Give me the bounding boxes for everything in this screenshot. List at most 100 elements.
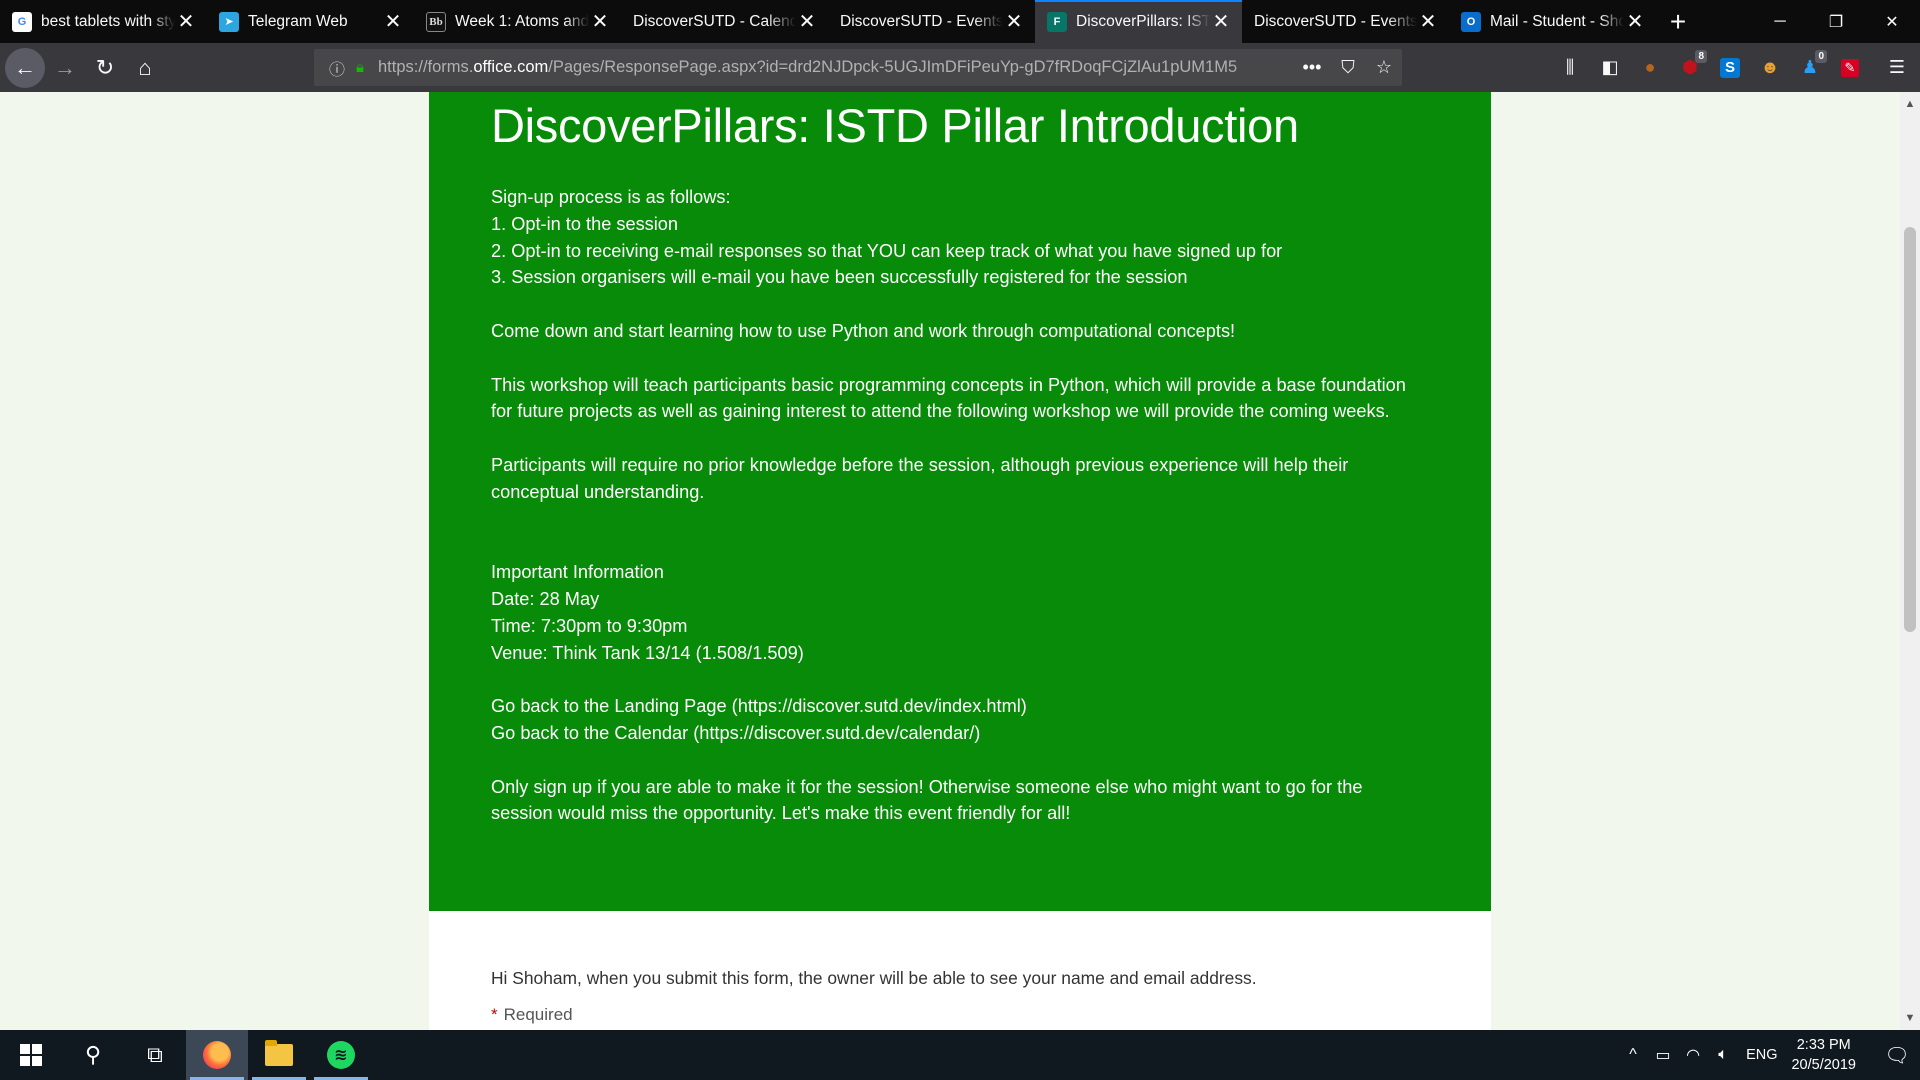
desc-signup-steps: Sign-up process is as follows: 1. Opt-in…	[491, 187, 1283, 288]
close-tab-icon[interactable]: ✕	[589, 11, 611, 33]
clock[interactable]: 2:33 PM 20/5/2019	[1791, 1035, 1856, 1075]
close-tab-icon[interactable]: ✕	[796, 11, 818, 33]
back-button[interactable]: ←	[5, 47, 45, 88]
close-window-icon[interactable]: ✕	[1864, 0, 1920, 43]
desc-important-info: Important Information Date: 28 May Time:…	[491, 562, 804, 663]
desc-spacer: ​	[491, 345, 1429, 372]
scrollbar-thumb[interactable]	[1904, 227, 1916, 632]
required-star: *	[491, 1005, 498, 1024]
scroll-down-icon[interactable]: ▼	[1900, 1008, 1920, 1028]
show-hidden-icons-icon[interactable]: ^	[1618, 1046, 1648, 1064]
firefox-icon	[203, 1041, 231, 1069]
url-bar[interactable]: ⓘ 🔒︎ https://forms.office.com/Pages/Resp…	[314, 49, 1402, 86]
forward-button[interactable]: →	[45, 48, 85, 88]
form-title: DiscoverPillars: ISTD Pillar Introductio…	[491, 99, 1299, 152]
page-viewport: DiscoverPillars: ISTD Pillar Introductio…	[0, 92, 1900, 1030]
task-view-icon[interactable]: ⧉	[124, 1030, 186, 1080]
system-tray: ^ ▭ ◠ 🔈︎ ENG 2:33 PM 20/5/2019 🗨︎	[1618, 1030, 1920, 1080]
tab-google-search[interactable]: G best tablets with stylus ✕	[0, 0, 207, 43]
home-button[interactable]: ⌂	[125, 48, 165, 88]
notifier-badge: 0	[1815, 49, 1827, 63]
tab-discoversutd-events[interactable]: DiscoverSUTD - Events ✕	[828, 0, 1035, 43]
tab-telegram[interactable]: ➤ Telegram Web ✕	[207, 0, 414, 43]
tab-strip: G best tablets with stylus ✕ ➤ Telegram …	[0, 0, 1920, 43]
new-tab-button[interactable]: +	[1656, 0, 1700, 43]
window-controls: ─ ❐ ✕	[1752, 0, 1920, 43]
clock-time: 2:33 PM	[1796, 1037, 1851, 1053]
close-tab-icon[interactable]: ✕	[175, 11, 197, 33]
tab-outlook-mail[interactable]: O Mail - Student - Shoham ✕	[1449, 0, 1656, 43]
tab-title: Mail - Student - Shoham	[1490, 12, 1624, 30]
ublock-badge: 8	[1695, 49, 1707, 63]
url-text[interactable]: https://forms.office.com/Pages/ResponseP…	[378, 58, 1294, 77]
toolbar-extensions: ⫼ ◧ ● ⬢ 8 S ☻ ♟ 0 ✎ ☰	[1550, 43, 1905, 92]
desc-spacer: ​	[491, 666, 1429, 693]
desc-spacer: ​	[491, 291, 1429, 318]
desc-prerequisites: Participants will require no prior knowl…	[491, 454, 1354, 502]
tab-title: DiscoverSUTD - Calendar	[633, 12, 796, 30]
page-actions-icon[interactable]: •••	[1294, 57, 1330, 78]
windows-taskbar: ⚲ ⧉ ≋ ^ ▭ ◠ 🔈︎ ENG 2:33 PM 20/5/2019 🗨︎	[0, 1030, 1920, 1080]
restore-icon[interactable]: ❐	[1808, 0, 1864, 43]
identity-notice: Hi Shoham, when you submit this form, th…	[491, 968, 1257, 988]
lock-icon: 🔒︎	[356, 59, 364, 76]
sidebar-icon[interactable]: ◧	[1590, 48, 1630, 88]
tab-title: DiscoverSUTD - Events	[840, 12, 1003, 30]
tab-title: best tablets with stylus	[41, 12, 175, 30]
taskbar-file-explorer[interactable]	[248, 1030, 310, 1080]
desc-spacer: ​	[491, 532, 1429, 559]
telegram-icon: ➤	[219, 11, 239, 32]
search-icon[interactable]: ⚲	[62, 1030, 124, 1080]
required-label: Required	[503, 1005, 573, 1024]
taskbar-spotify[interactable]: ≋	[310, 1030, 372, 1080]
action-center-icon[interactable]: 🗨︎	[1874, 1043, 1920, 1068]
ublock-icon[interactable]: ⬢ 8	[1670, 48, 1710, 88]
close-tab-icon[interactable]: ✕	[1003, 11, 1025, 33]
required-legend: * Required	[491, 1005, 1429, 1025]
notifier-icon[interactable]: ♟ 0	[1790, 48, 1830, 88]
red-extension-icon[interactable]: ✎	[1830, 48, 1870, 88]
navigation-toolbar: ← → ↻ ⌂ ⓘ 🔒︎ https://forms.office.com/Pa…	[0, 43, 1920, 92]
google-icon: G	[12, 11, 32, 32]
blackboard-icon: Bb	[426, 11, 446, 32]
desc-closing-note: Only sign up if you are able to make it …	[491, 776, 1368, 824]
form-header: DiscoverPillars: ISTD Pillar Introductio…	[429, 92, 1491, 911]
cookie-extension-icon[interactable]: ●	[1630, 48, 1670, 88]
volume-icon[interactable]: 🔈︎	[1708, 1046, 1738, 1064]
info-icon[interactable]: ⓘ	[324, 56, 350, 80]
desc-spacer: ​	[491, 506, 1429, 533]
forms-icon: F	[1047, 11, 1067, 32]
close-tab-icon[interactable]: ✕	[1417, 11, 1439, 33]
tab-discoversutd-calendar[interactable]: DiscoverSUTD - Calendar ✕	[621, 0, 828, 43]
windows-logo-icon	[20, 1044, 42, 1066]
skype-icon[interactable]: S	[1710, 48, 1750, 88]
form-body: Hi Shoham, when you submit this form, th…	[429, 911, 1491, 1030]
battery-icon[interactable]: ▭	[1648, 1045, 1678, 1065]
wifi-icon[interactable]: ◠	[1678, 1045, 1708, 1065]
form-description: Sign-up process is as follows: 1. Opt-in…	[491, 184, 1429, 827]
file-explorer-icon	[265, 1040, 293, 1066]
pocket-icon[interactable]: ⛉	[1330, 57, 1366, 78]
spotify-icon: ≋	[327, 1041, 355, 1069]
desc-spacer: ​	[491, 425, 1429, 452]
monkey-extension-icon[interactable]: ☻	[1750, 48, 1790, 88]
minimize-icon[interactable]: ─	[1752, 0, 1808, 43]
desc-spacer: ​	[491, 747, 1429, 774]
library-icon[interactable]: ⫼	[1550, 48, 1590, 88]
tab-discoverpillars-active[interactable]: F DiscoverPillars: ISTD ✕	[1035, 0, 1242, 43]
reload-button[interactable]: ↻	[85, 48, 125, 88]
tab-discoversutd-events-2[interactable]: DiscoverSUTD - Events ✕	[1242, 0, 1449, 43]
start-button[interactable]	[0, 1030, 62, 1080]
scroll-up-icon[interactable]: ▲	[1900, 94, 1920, 114]
page-scrollbar[interactable]: ▲ ▼	[1900, 92, 1920, 1030]
hamburger-menu-icon[interactable]: ☰	[1877, 48, 1917, 88]
outlook-icon: O	[1461, 11, 1481, 32]
input-language[interactable]: ENG	[1746, 1047, 1777, 1063]
taskbar-firefox[interactable]	[186, 1030, 248, 1080]
close-tab-icon[interactable]: ✕	[1210, 11, 1232, 33]
desc-links: Go back to the Landing Page (https://dis…	[491, 696, 1027, 743]
tab-blackboard[interactable]: Bb Week 1: Atoms and ✕	[414, 0, 621, 43]
bookmark-star-icon[interactable]: ☆	[1366, 57, 1402, 78]
close-tab-icon[interactable]: ✕	[1624, 11, 1646, 33]
close-tab-icon[interactable]: ✕	[382, 11, 404, 33]
